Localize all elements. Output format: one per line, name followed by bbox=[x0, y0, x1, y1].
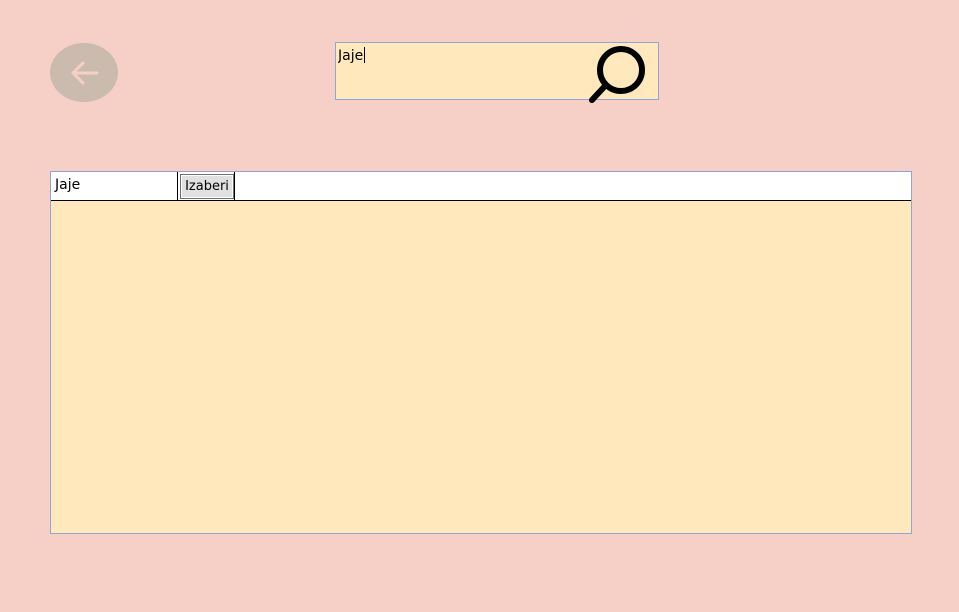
text-caret bbox=[364, 47, 365, 63]
column-divider bbox=[234, 172, 235, 200]
arrow-left-icon bbox=[71, 61, 99, 84]
list-item: Jaje Izaberi bbox=[51, 172, 911, 201]
search-icon[interactable] bbox=[586, 43, 648, 103]
search-box bbox=[335, 42, 659, 103]
back-button[interactable] bbox=[50, 43, 118, 102]
search-input[interactable] bbox=[338, 45, 578, 67]
select-button[interactable]: Izaberi bbox=[180, 174, 234, 199]
results-list: Jaje Izaberi bbox=[50, 171, 912, 534]
result-name: Jaje bbox=[51, 172, 178, 200]
